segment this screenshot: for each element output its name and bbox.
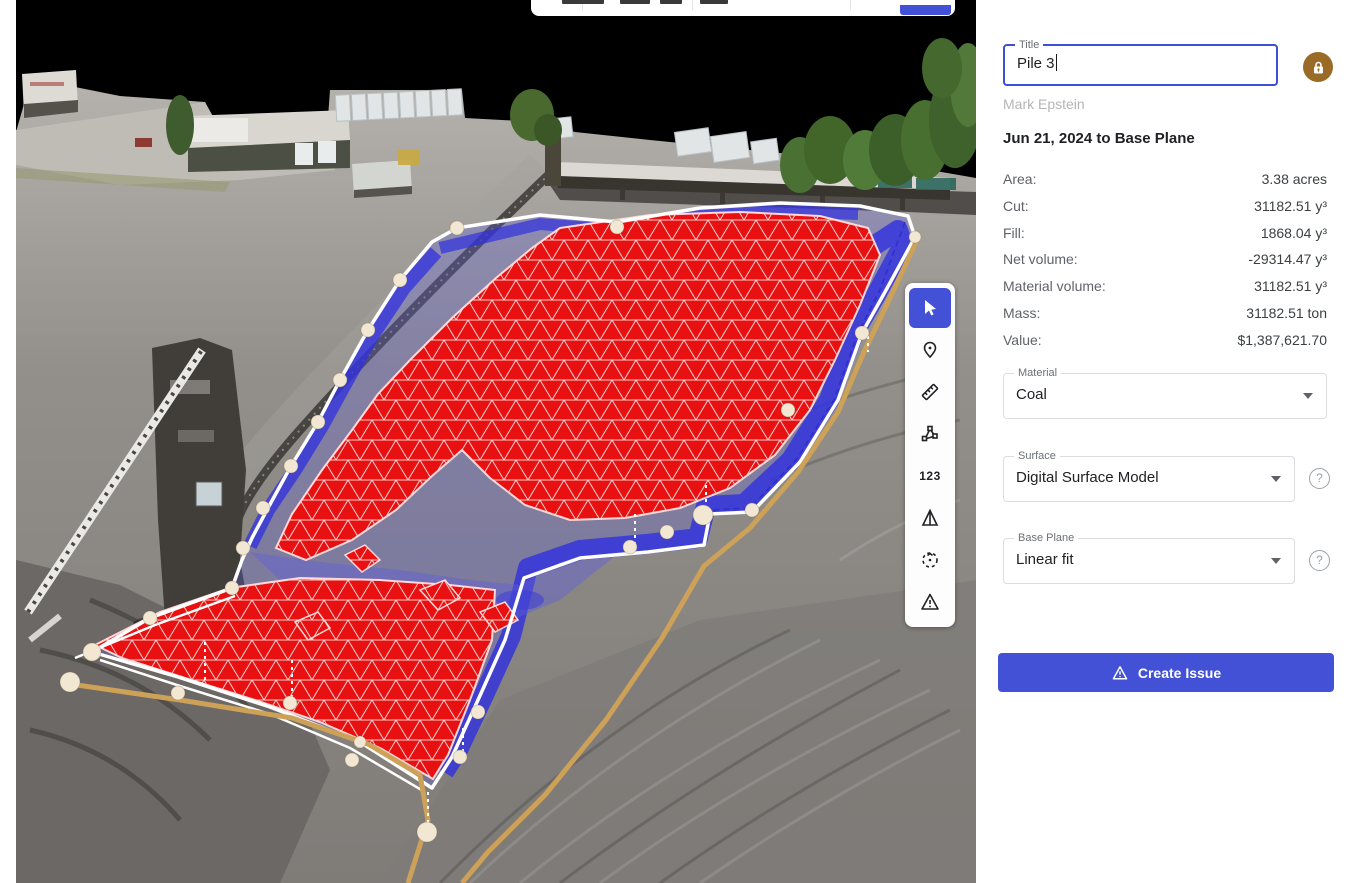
tool-rail: 123 xyxy=(905,283,955,627)
warning-triangle-icon xyxy=(919,591,941,613)
title-field[interactable]: Title Pile 3 xyxy=(1003,44,1278,86)
orbit-3d-icon xyxy=(919,549,941,571)
stat-row: Area:3.38 acres xyxy=(1003,166,1327,193)
surface-select-value: Digital Surface Model xyxy=(1004,457,1294,499)
chevron-down-icon xyxy=(1303,393,1313,399)
stat-row: Fill:1868.04 y³ xyxy=(1003,220,1327,247)
stockpile-volume-icon xyxy=(919,507,941,529)
owner-name: Mark Epstein xyxy=(1003,96,1085,112)
app-window: 123 xyxy=(0,0,1354,883)
surface-select-label: Surface xyxy=(1014,450,1060,462)
location-marker-tool[interactable] xyxy=(909,330,951,370)
stat-row: Material volume:31182.51 y³ xyxy=(1003,273,1327,300)
warning-triangle-icon xyxy=(1111,664,1129,682)
surface-select[interactable]: Surface Digital Surface Model xyxy=(1003,456,1295,502)
select-tool[interactable] xyxy=(909,288,951,328)
count-tool-label: 123 xyxy=(919,469,941,483)
viewport-margin xyxy=(0,0,16,883)
issue-tool[interactable] xyxy=(909,582,951,622)
volume-tool[interactable] xyxy=(909,498,951,538)
material-select-value: Coal xyxy=(1004,374,1326,416)
count-tool[interactable]: 123 xyxy=(909,456,951,496)
stat-row: Value:$1,387,621.70 xyxy=(1003,327,1327,354)
lock-button[interactable] xyxy=(1303,52,1333,82)
base-plane-help-icon[interactable]: ? xyxy=(1309,550,1330,571)
chevron-down-icon xyxy=(1271,476,1281,482)
details-panel: Title Pile 3 Mark Epstein Jun 21, 2024 t… xyxy=(976,0,1354,883)
ruler-icon xyxy=(919,381,941,403)
stats-list: Area:3.38 acres Cut:31182.51 y³ Fill:186… xyxy=(1003,166,1327,354)
stat-row: Net volume:-29314.47 y³ xyxy=(1003,246,1327,273)
title-field-label: Title xyxy=(1015,39,1043,51)
orbit-3d-tool[interactable] xyxy=(909,540,951,580)
measure-area-tool[interactable] xyxy=(909,414,951,454)
base-plane-select-value: Linear fit xyxy=(1004,539,1294,581)
create-issue-button[interactable]: Create Issue xyxy=(998,653,1334,692)
top-toolbar-active-button[interactable] xyxy=(900,5,951,15)
3d-viewport[interactable]: 123 xyxy=(0,0,976,883)
create-issue-label: Create Issue xyxy=(1138,665,1221,681)
base-plane-select[interactable]: Base Plane Linear fit xyxy=(1003,538,1295,584)
measure-distance-tool[interactable] xyxy=(909,372,951,412)
chevron-down-icon xyxy=(1271,558,1281,564)
material-select[interactable]: Material Coal xyxy=(1003,373,1327,419)
lock-icon xyxy=(1311,60,1326,75)
stat-row: Cut:31182.51 y³ xyxy=(1003,193,1327,220)
text-caret xyxy=(1056,54,1058,71)
title-field-value: Pile 3 xyxy=(1017,55,1055,72)
location-pin-icon xyxy=(920,340,940,360)
base-plane-select-label: Base Plane xyxy=(1014,532,1078,544)
polygon-area-icon xyxy=(919,423,941,445)
top-toolbar[interactable] xyxy=(531,0,955,16)
measurement-heading: Jun 21, 2024 to Base Plane xyxy=(1003,130,1195,147)
scene-canvas xyxy=(0,0,976,883)
surface-help-icon[interactable]: ? xyxy=(1309,468,1330,489)
material-select-label: Material xyxy=(1014,367,1061,379)
cursor-icon xyxy=(920,298,940,318)
stat-row: Mass:31182.51 ton xyxy=(1003,300,1327,327)
